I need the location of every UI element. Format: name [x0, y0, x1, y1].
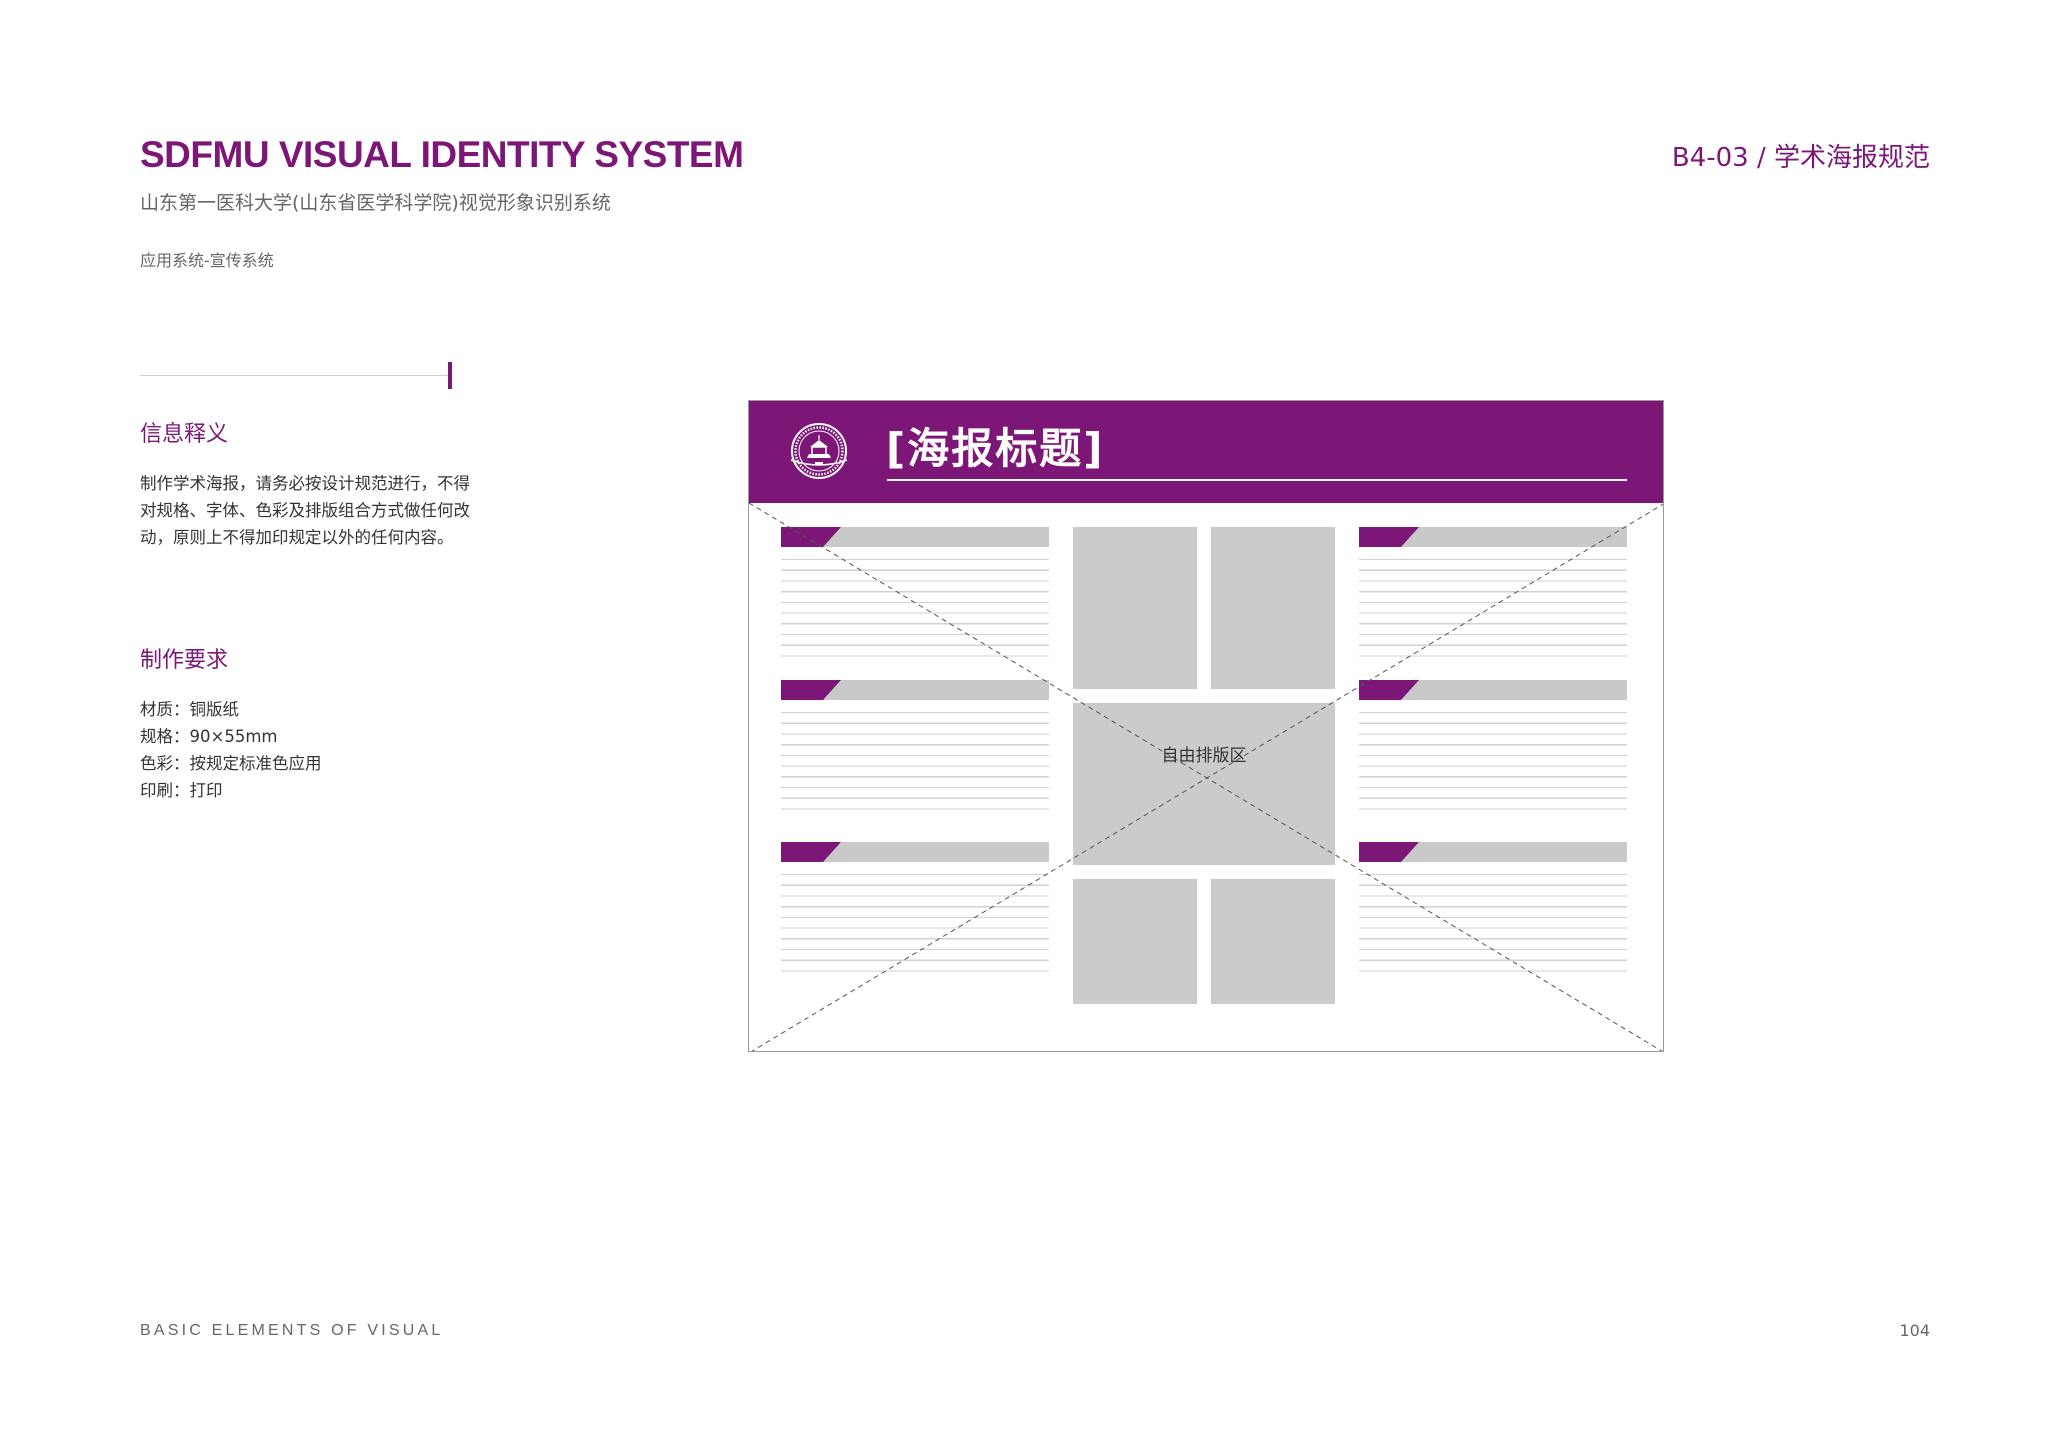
requirements-title: 制作要求 [140, 648, 229, 673]
category-label: 应用系统-宣传系统 [140, 251, 274, 270]
page-code: B4-03 / 学术海报规范 [1671, 143, 1930, 173]
info-body: 制作学术海报，请务必按设计规范进行，不得对规格、字体、色彩及排版组合方式做任何改… [140, 474, 470, 547]
info-title: 信息释义 [140, 422, 229, 447]
footer-caption: BASIC ELEMENTS OF VISUAL [140, 1322, 444, 1339]
requirement-color: 色彩：按规定标准色应用 [140, 754, 322, 773]
section-divider-mark [448, 362, 452, 389]
requirement-printing: 印刷：打印 [140, 781, 223, 800]
brand-subtitle: 山东第一医科大学(山东省医学科学院)视觉形象识别系统 [140, 192, 611, 214]
brand-title: SDFMU VISUAL IDENTITY SYSTEM [140, 134, 744, 175]
requirements-list: 材质：铜版纸 规格：90×55mm 色彩：按规定标准色应用 印刷：打印 [140, 696, 322, 804]
section-divider [140, 375, 448, 376]
free-layout-label-wrap: 自由排版区 [1073, 501, 1335, 766]
requirement-size: 规格：90×55mm [140, 727, 278, 746]
requirement-material: 材质：铜版纸 [140, 700, 239, 719]
free-layout-label: 自由排版区 [1161, 746, 1247, 766]
poster-mockup: [海报标题] 自由排版区 [748, 400, 1664, 1052]
diagonal-guides [749, 502, 1663, 1051]
page-number: 104 [1899, 1321, 1930, 1340]
